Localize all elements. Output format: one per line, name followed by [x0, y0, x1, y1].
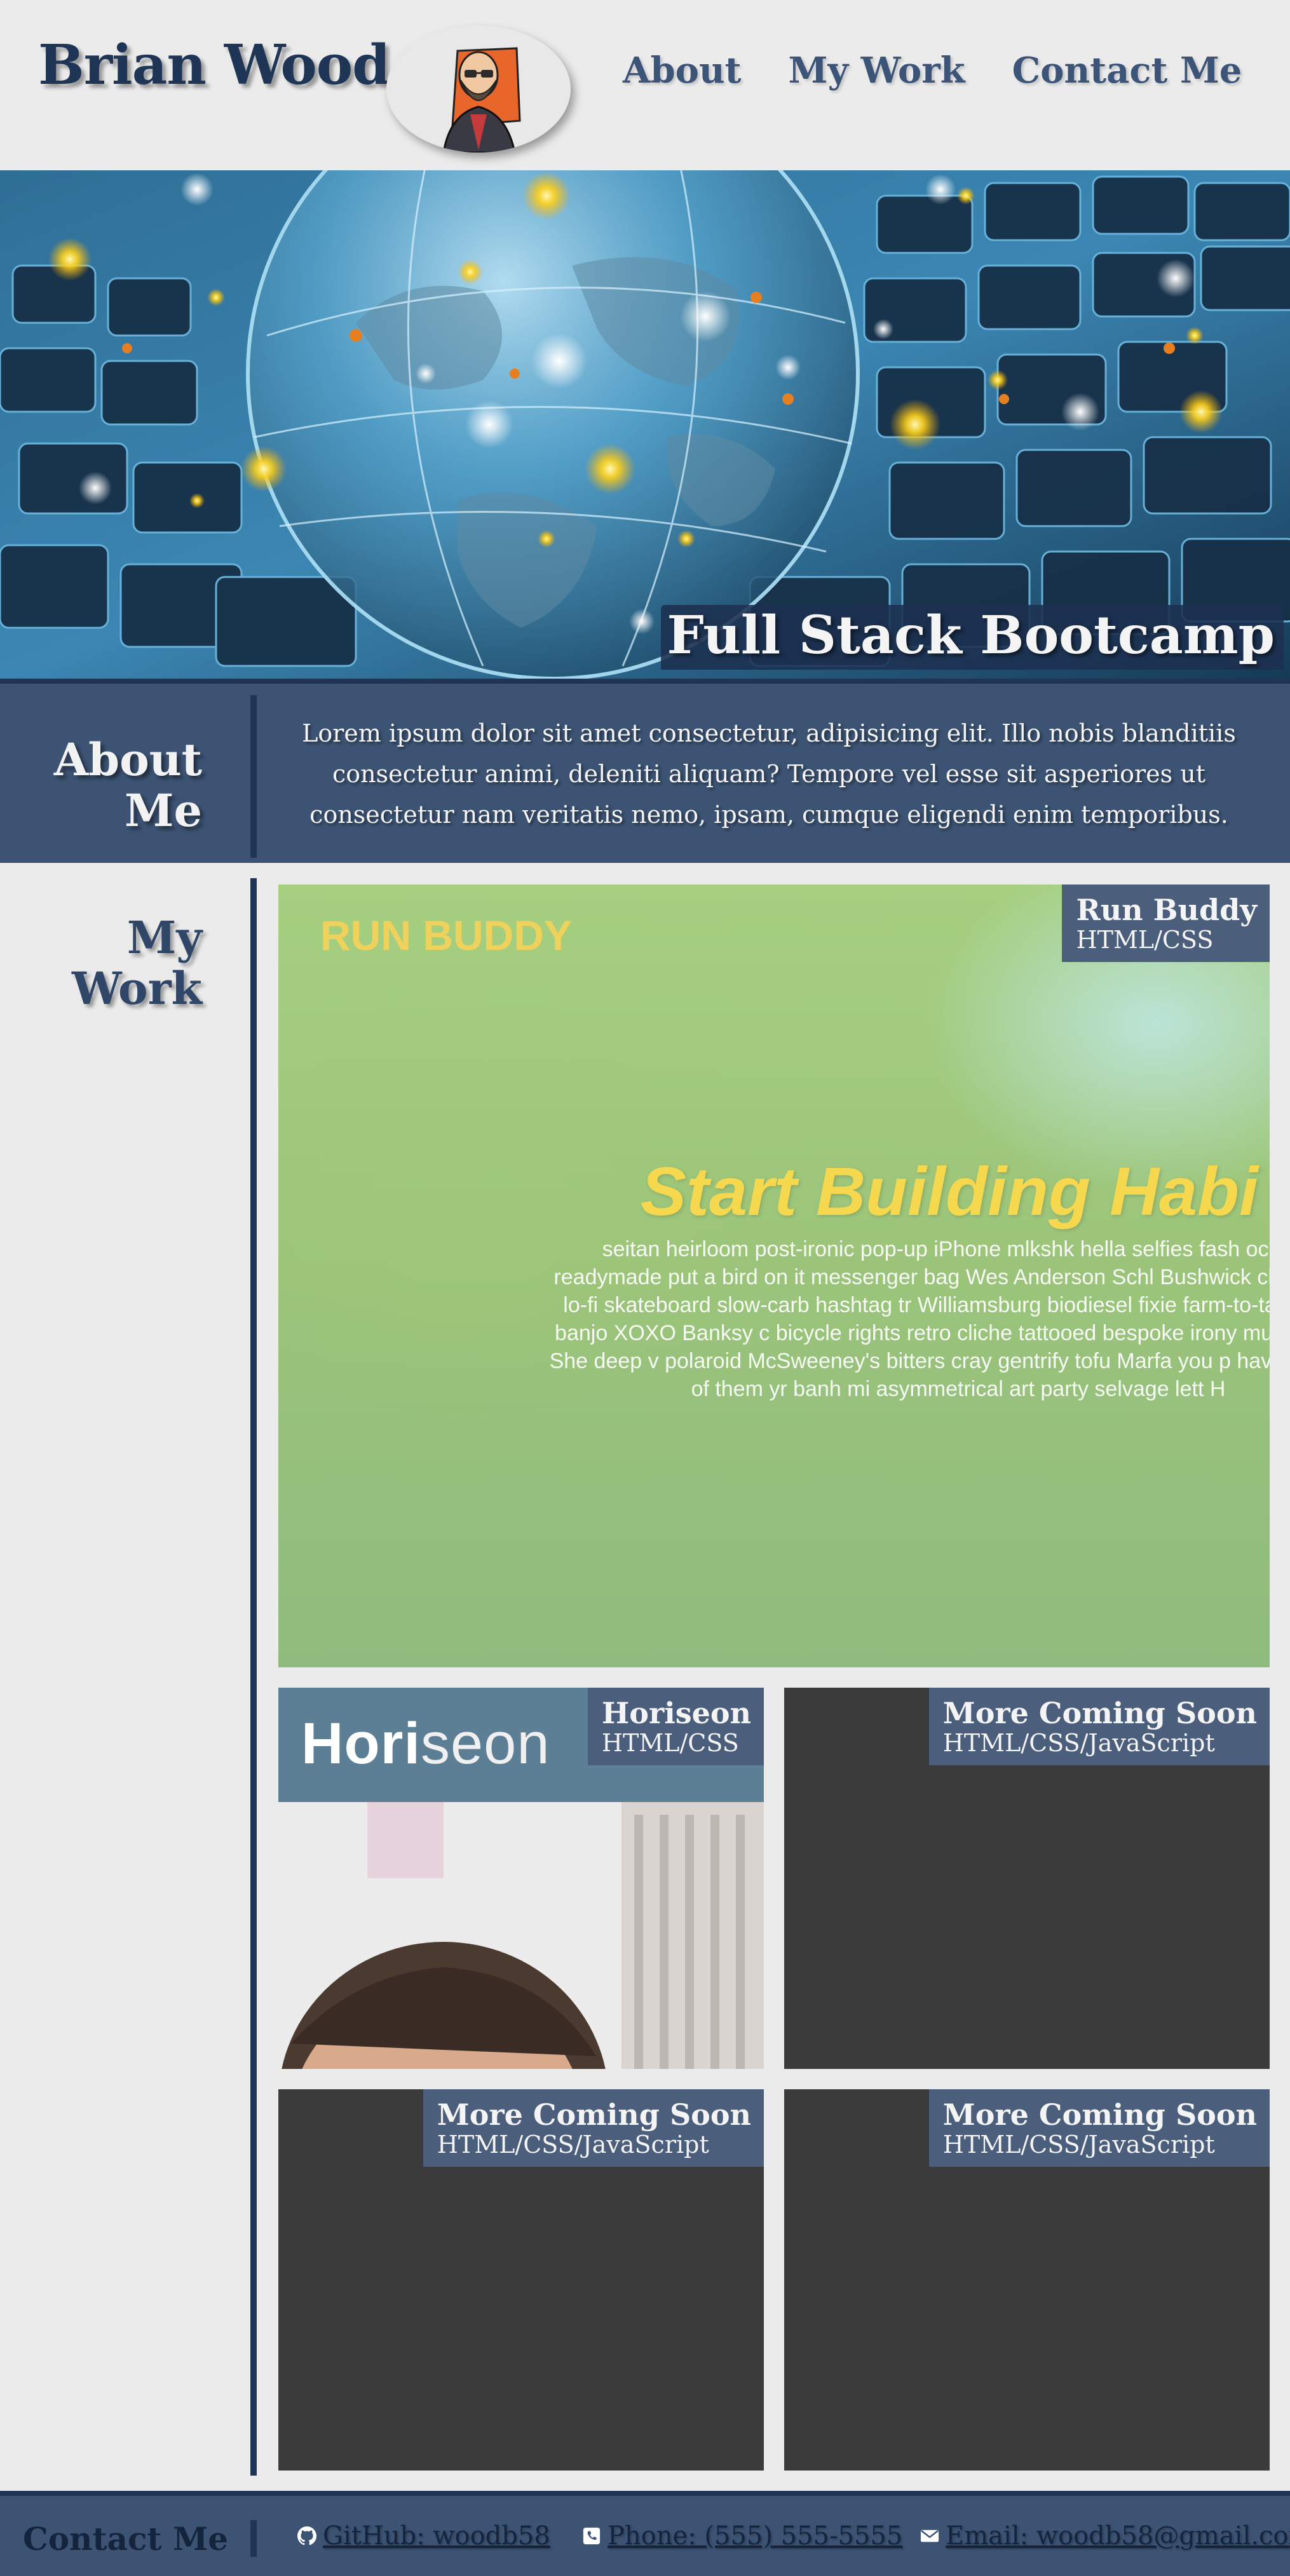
- project-title: Run Buddy: [1076, 893, 1257, 927]
- project-card-coming-soon[interactable]: More Coming Soon HTML/CSS/JavaScript: [784, 1688, 1270, 2069]
- about-text: Lorem ipsum dolor sit amet consectetur, …: [302, 719, 1236, 829]
- contact-footer: Contact Me GitHub: woodb58 Phone: (555) …: [0, 2491, 1290, 2576]
- work-heading: My Work: [72, 912, 202, 1014]
- run-buddy-paragraph: seitan heirloom post-ironic pop-up iPhon…: [549, 1237, 1270, 1401]
- site-brand[interactable]: Brian Wood: [38, 33, 390, 97]
- about-heading-line2: Me: [124, 784, 202, 837]
- hero-globe-keyboard-image: [0, 170, 1290, 679]
- run-buddy-logo: RUN BUDDY: [320, 912, 572, 959]
- work-divider: [250, 878, 257, 2476]
- project-tech: HTML/CSS: [1076, 926, 1214, 954]
- project-label: More Coming Soon HTML/CSS/JavaScript: [928, 1688, 1270, 1765]
- hero-banner: Full Stack Bootcamp: [0, 170, 1290, 679]
- project-title: More Coming Soon: [437, 2098, 751, 2132]
- project-tech: HTML/CSS/JavaScript: [942, 2131, 1215, 2159]
- horiseon-hero-photo: [278, 1802, 764, 2069]
- horiseon-photo-image: [278, 1802, 764, 2069]
- project-card-coming-soon[interactable]: More Coming Soon HTML/CSS/JavaScript: [784, 2089, 1270, 2471]
- profile-avatar: [386, 25, 571, 153]
- horiseon-logo: Horiseon: [301, 1711, 550, 1776]
- mail-icon: [920, 2530, 939, 2542]
- github-link-text: GitHub: woodb58: [323, 2521, 550, 2551]
- work-heading-line1: My: [126, 911, 202, 964]
- about-heading: About Me: [54, 735, 202, 836]
- about-divider: [250, 695, 257, 858]
- project-title: Horiseon: [601, 1696, 751, 1730]
- project-tech: HTML/CSS/JavaScript: [437, 2131, 709, 2159]
- hero-title: Full Stack Bootcamp: [660, 605, 1284, 670]
- run-buddy-screenshot: RUN BUDDY Start Building Habi seitan hei…: [278, 885, 1270, 1667]
- project-card-horiseon[interactable]: Horiseon Horiseon HTML/CSS: [278, 1688, 764, 2069]
- about-heading-line1: About: [53, 733, 202, 786]
- project-label: More Coming Soon HTML/CSS/JavaScript: [928, 2089, 1270, 2167]
- github-icon: [297, 2526, 316, 2545]
- project-title: More Coming Soon: [942, 1696, 1257, 1730]
- avatar-illustration: [386, 25, 571, 153]
- work-heading-line2: Work: [72, 962, 202, 1015]
- github-link[interactable]: GitHub: woodb58: [297, 2521, 550, 2551]
- project-label: Horiseon HTML/CSS: [587, 1688, 764, 1765]
- run-buddy-headline: Start Building Habi: [641, 1153, 1258, 1230]
- contact-heading: Contact Me: [23, 2520, 229, 2558]
- project-card-coming-soon[interactable]: More Coming Soon HTML/CSS/JavaScript: [278, 2089, 764, 2471]
- email-link-text: Email: woodb58@gmail.com: [946, 2521, 1290, 2551]
- nav-link-my-work[interactable]: My Work: [789, 50, 965, 92]
- about-section: About Me Lorem ipsum dolor sit amet cons…: [0, 679, 1290, 863]
- phone-icon: [583, 2527, 601, 2545]
- project-label: Run Buddy HTML/CSS: [1062, 885, 1270, 962]
- nav-link-contact-me[interactable]: Contact Me: [1012, 50, 1242, 92]
- project-tech: HTML/CSS/JavaScript: [942, 1729, 1215, 1757]
- project-label: More Coming Soon HTML/CSS/JavaScript: [423, 2089, 764, 2167]
- phone-link-text: Phone: (555) 555-5555: [608, 2521, 903, 2551]
- phone-link[interactable]: Phone: (555) 555-5555: [582, 2521, 902, 2551]
- contact-divider: [250, 2520, 257, 2557]
- project-tech: HTML/CSS: [601, 1729, 739, 1757]
- site-header: Brian Wood About My Work Contact Me: [0, 0, 1290, 170]
- email-link[interactable]: Email: woodb58@gmail.com: [920, 2521, 1290, 2551]
- main-nav: About My Work Contact Me: [623, 50, 1242, 92]
- project-card-run-buddy[interactable]: RUN BUDDY Start Building Habi seitan hei…: [278, 885, 1270, 1667]
- project-title: More Coming Soon: [942, 2098, 1257, 2132]
- nav-link-about[interactable]: About: [623, 50, 742, 92]
